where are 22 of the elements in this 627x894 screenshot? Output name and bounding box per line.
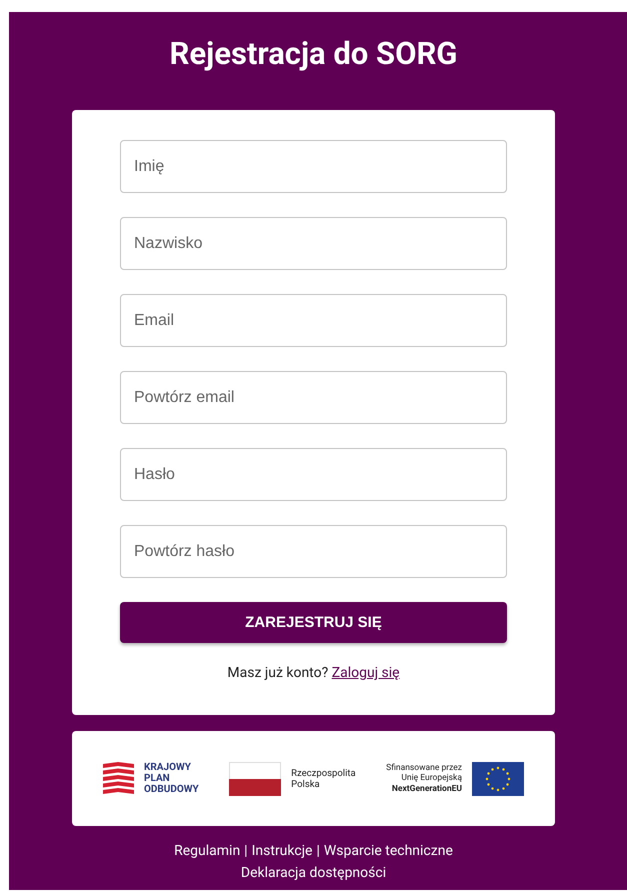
separator: | <box>244 843 248 859</box>
register-button[interactable]: ZAREJESTRUJ SIĘ <box>120 602 507 643</box>
page-title: Rejestracja do SORG <box>170 34 458 74</box>
logo-caption: KRAJOWY PLAN ODBUDOWY <box>144 762 199 795</box>
input-field[interactable]: Powtórz email <box>120 371 507 424</box>
footer-link[interactable]: Wsparcie techniczne <box>324 843 453 859</box>
logo-caption: Rzeczpospolita Polska <box>291 768 356 790</box>
input-field[interactable]: Nazwisko <box>120 217 507 270</box>
eu-flag-icon <box>472 762 524 796</box>
input-field[interactable]: Imię <box>120 140 507 193</box>
flag-icon <box>229 762 282 796</box>
footer-link[interactable]: Regulamin <box>174 843 240 859</box>
footer-link[interactable]: Instrukcje <box>252 843 312 859</box>
footer-link[interactable]: Deklaracja dostępności <box>240 865 386 881</box>
login-prompt: Masz już konto? Zaloguj się <box>226 665 401 681</box>
input-field[interactable]: Email <box>120 294 507 347</box>
input-field[interactable]: Hasło <box>120 448 507 501</box>
login-link[interactable]: Zaloguj się <box>332 665 400 681</box>
input-field[interactable]: Powtórz hasło <box>120 525 507 578</box>
logo-caption: Sfinansowane przez Unię Europejską NextGenerationEU <box>386 762 462 794</box>
separator: | <box>316 843 320 859</box>
stripes-logo-icon <box>103 762 134 796</box>
